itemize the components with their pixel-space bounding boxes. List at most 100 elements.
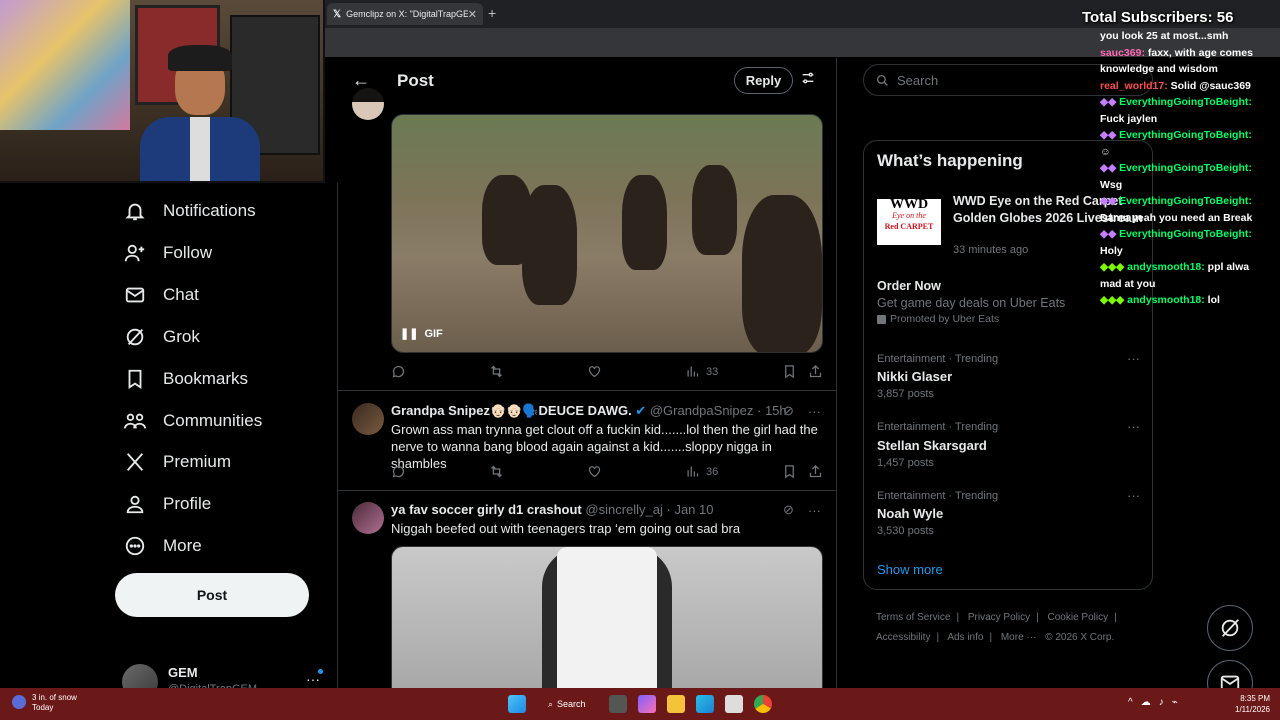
chat-user: real_world17: — [1100, 79, 1168, 92]
bookmark-icon[interactable] — [782, 364, 797, 379]
cookie-link[interactable]: Cookie Policy — [1048, 612, 1109, 623]
weather-widget[interactable]: 3 in. of snow Today — [12, 693, 77, 713]
taskbar-clock[interactable]: 8:35 PM 1/11/2026 — [1222, 693, 1270, 715]
author-name: ya fav soccer girly d1 crashout — [391, 502, 582, 517]
chat-line: ◆◆ EverythingGoingToBeight: — [1100, 193, 1280, 210]
sidebar-item-premium[interactable]: Premium — [124, 446, 231, 478]
sliders-icon[interactable] — [800, 70, 816, 86]
reply-icon[interactable] — [391, 364, 406, 379]
more-link[interactable]: More ··· — [1001, 632, 1037, 643]
chrome-icon[interactable] — [754, 695, 772, 713]
stream-chat: you look 25 at most...smh sauc369: faxx,… — [1100, 28, 1280, 328]
avatar[interactable] — [352, 403, 384, 435]
chat-line: ◆◆◆ andysmooth18: ppl alwa — [1100, 259, 1280, 276]
reply-button[interactable]: Reply — [734, 67, 793, 94]
clock-time: 8:35 PM — [1240, 694, 1270, 703]
grok-icon[interactable]: ⊘ — [783, 502, 794, 518]
chat-line: ◆◆◆ andysmooth18: lol — [1100, 292, 1280, 309]
chat-text: Fuck jaylen — [1100, 112, 1158, 125]
share-icon[interactable] — [808, 364, 823, 379]
chat-text: lol — [1204, 294, 1220, 306]
like-icon[interactable] — [587, 464, 602, 479]
windows-start-icon[interactable] — [508, 695, 526, 713]
image-shirt — [557, 547, 657, 688]
notification-dot — [318, 669, 323, 674]
browser-tab[interactable]: 𝕏 Gemclipz on X: "DigitalTrapGEM ✕ — [327, 3, 483, 25]
terms-link[interactable]: Terms of Service — [876, 612, 950, 623]
more-icon[interactable]: ··· — [1127, 419, 1140, 434]
account-switcher[interactable]: GEM @DigitalTrapGEM ··· — [122, 661, 332, 700]
mail-icon — [125, 287, 145, 303]
edge-icon[interactable] — [696, 695, 714, 713]
sidebar-item-communities[interactable]: Communities — [124, 405, 262, 437]
file-explorer-icon[interactable] — [667, 695, 685, 713]
accessibility-link[interactable]: Accessibility — [876, 632, 930, 643]
pause-icon[interactable]: ❚❚ — [400, 327, 418, 340]
gif-badge[interactable]: ❚❚ GIF — [400, 327, 443, 341]
promoted-icon — [877, 314, 886, 324]
more-icon[interactable]: ··· — [808, 503, 821, 518]
privacy-link[interactable]: Privacy Policy — [968, 612, 1030, 623]
footer-separator: | — [936, 632, 940, 643]
avatar[interactable] — [352, 502, 384, 534]
post-actions: 33 — [391, 364, 823, 382]
taskbar-search[interactable]: ⌕ Search — [540, 694, 596, 714]
show-more-link[interactable]: Show more — [877, 562, 943, 577]
reply-icon[interactable] — [391, 464, 406, 479]
post-author[interactable]: Grandpa Snipez👴🏻👴🏻🗣️DEUCE DAWG. ✔ @Grand… — [391, 403, 787, 419]
chat-text: Damn yeah you need an Break — [1100, 211, 1253, 224]
views-stat[interactable]: 36 — [685, 464, 718, 479]
sidebar-item-chat[interactable]: Chat — [124, 279, 199, 311]
sidebar-item-label: More — [163, 536, 202, 555]
sidebar-item-grok[interactable]: Grok — [124, 321, 200, 353]
author-handle: @GrandpaSnipez · 15h — [649, 403, 787, 418]
trend-posts: 3,530 posts — [877, 525, 934, 537]
more-icon[interactable]: ··· — [1127, 351, 1140, 366]
sidebar-item-bookmarks[interactable]: Bookmarks — [124, 363, 248, 395]
bookmark-icon[interactable] — [782, 464, 797, 479]
emote-icon: ☺ — [1100, 145, 1111, 158]
badge-icon: ◆◆ — [1100, 96, 1120, 108]
ads-info-link[interactable]: Ads info — [947, 632, 983, 643]
gif-figure — [622, 175, 667, 270]
system-tray[interactable]: ^☁♪⌁ — [1128, 697, 1186, 708]
gif-label: GIF — [424, 327, 443, 340]
share-icon[interactable] — [808, 464, 823, 479]
trend-category: Entertainment · Trending — [877, 421, 999, 433]
task-view-icon[interactable] — [609, 695, 627, 713]
footer-separator: | — [989, 632, 993, 643]
post-author[interactable]: ya fav soccer girly d1 crashout @sincrel… — [391, 502, 713, 517]
like-icon[interactable] — [587, 364, 602, 379]
author-name: Grandpa Snipez👴🏻👴🏻🗣️DEUCE DAWG. — [391, 403, 632, 418]
sidebar-item-notifications[interactable]: Notifications — [124, 195, 256, 227]
grok-icon[interactable]: ⊘ — [783, 403, 794, 419]
new-tab-button[interactable]: + — [488, 5, 496, 21]
gif-media[interactable]: ❚❚ GIF — [391, 114, 823, 353]
sidebar-item-more[interactable]: More — [124, 530, 202, 562]
sidebar-item-follow[interactable]: Follow — [124, 237, 212, 269]
more-icon[interactable]: ··· — [808, 404, 821, 419]
image-media[interactable] — [391, 546, 823, 688]
back-arrow-icon[interactable]: ← — [352, 70, 370, 91]
sidebar-item-label: Chat — [163, 285, 199, 304]
sidebar-item-profile[interactable]: Profile — [124, 488, 211, 520]
repost-icon[interactable] — [489, 364, 504, 379]
copilot-icon[interactable] — [638, 695, 656, 713]
divider — [338, 390, 836, 391]
grok-fab[interactable] — [1207, 605, 1253, 651]
sidebar: Notifications Follow Chat Grok Bookmarks… — [0, 183, 338, 700]
repost-icon[interactable] — [489, 464, 504, 479]
footer-separator: | — [956, 612, 960, 623]
main-column: ← Post Reply ❚❚ GIF 33 Grandpa Snipez👴🏻👴… — [338, 58, 837, 688]
bookmark-icon — [128, 369, 142, 389]
views-stat[interactable]: 33 — [685, 364, 718, 379]
chat-line: Wsg — [1100, 177, 1280, 194]
store-icon[interactable] — [725, 695, 743, 713]
chat-text: mad at you — [1100, 277, 1156, 290]
tab-close-icon[interactable]: ✕ — [468, 8, 477, 21]
post-button[interactable]: Post — [115, 573, 309, 617]
post-menu: ⊘ ··· — [783, 403, 821, 419]
verified-icon: ✔ — [635, 403, 647, 418]
post-actions: 36 — [391, 464, 823, 482]
more-icon[interactable]: ··· — [1127, 488, 1140, 503]
